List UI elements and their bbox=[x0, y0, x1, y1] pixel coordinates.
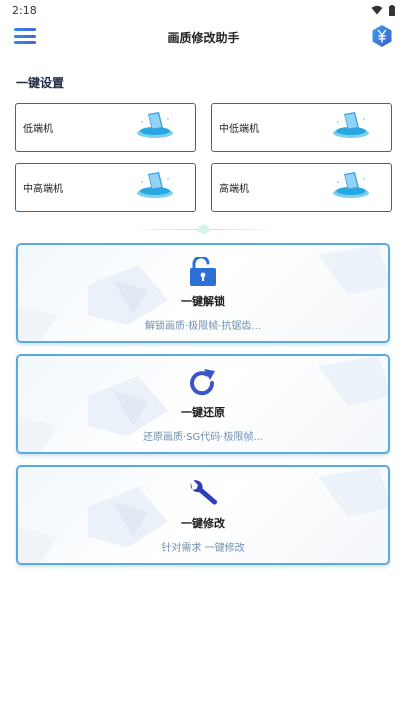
page-title: 画质修改助手 bbox=[167, 30, 240, 45]
unlock-card[interactable]: 一键解锁 解锁画质·极限帧·抗锯齿... bbox=[16, 243, 390, 343]
restore-card[interactable]: 一键还原 还原画质·SG代码·极限帧... bbox=[16, 354, 390, 454]
phone-platform-icon bbox=[137, 172, 173, 198]
menu-button[interactable] bbox=[14, 26, 36, 46]
wrench-icon bbox=[190, 480, 217, 505]
card-title: 一键修改 bbox=[181, 517, 225, 530]
decorative-divider bbox=[130, 224, 277, 234]
status-time: 2:18 bbox=[12, 3, 37, 17]
modify-card[interactable]: 一键修改 针对需求 一键修改 bbox=[16, 465, 390, 565]
card-subtitle: 解锁画质·极限帧·抗锯齿... bbox=[145, 321, 261, 332]
preset-label: 中低端机 bbox=[219, 124, 259, 135]
section-title: 一键设置 bbox=[16, 76, 65, 90]
menu-icon-bar bbox=[14, 41, 36, 44]
wifi-icon bbox=[371, 5, 383, 15]
preset-label: 中高端机 bbox=[23, 184, 63, 195]
status-bar: 2:18 bbox=[0, 0, 407, 20]
phone-platform-icon bbox=[333, 112, 369, 138]
phone-platform-icon bbox=[137, 112, 173, 138]
preset-label: 低端机 bbox=[23, 124, 53, 135]
menu-icon-bar bbox=[14, 28, 36, 31]
refresh-icon bbox=[190, 369, 215, 396]
card-title: 一键还原 bbox=[181, 406, 225, 419]
card-subtitle: 还原画质·SG代码·极限帧... bbox=[143, 432, 263, 443]
status-icons bbox=[371, 4, 395, 16]
card-title: 一键解锁 bbox=[181, 295, 225, 308]
preset-mid-high-button[interactable]: 中高端机 bbox=[15, 163, 196, 212]
donate-yuan-icon[interactable] bbox=[371, 24, 393, 48]
battery-icon bbox=[389, 4, 395, 16]
preset-label: 高端机 bbox=[219, 184, 249, 195]
menu-icon-bar bbox=[14, 34, 36, 38]
unlock-icon bbox=[190, 257, 216, 286]
preset-low-end-button[interactable]: 低端机 bbox=[15, 103, 196, 152]
card-subtitle: 针对需求 一键修改 bbox=[161, 543, 245, 554]
app-bar: 画质修改助手 bbox=[0, 20, 407, 54]
preset-mid-low-button[interactable]: 中低端机 bbox=[211, 103, 392, 152]
preset-high-end-button[interactable]: 高端机 bbox=[211, 163, 392, 212]
phone-platform-icon bbox=[333, 172, 369, 198]
